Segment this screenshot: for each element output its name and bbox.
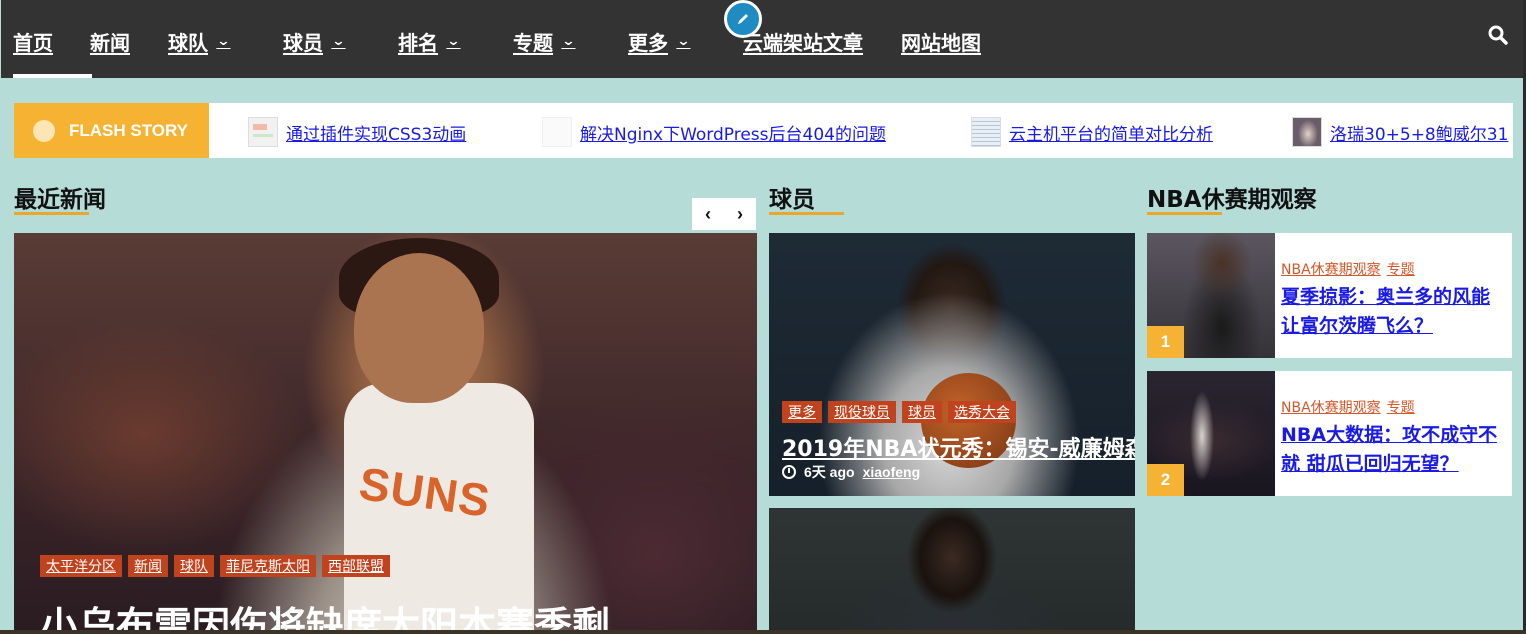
category-link[interactable]: 专题 [1387,262,1415,278]
section-underline [769,212,844,215]
nav-label: 云端架站文章 [743,30,863,55]
section-title-latest: 最近新闻 [14,187,106,213]
flash-dot-icon [33,119,55,142]
ticker-link[interactable]: 解决Nginx下WordPress后台404的问题 [580,120,886,145]
flash-story-label: FLASH STORY [14,103,209,158]
category-tag[interactable]: 选秀大会 [948,401,1016,423]
post-author[interactable]: xiaofeng [863,464,921,480]
chevron-down-icon: ⌄ [331,33,346,49]
hero-tags: 太平洋分区 新闻 球队 菲尼克斯太阳 西部联盟 [40,555,396,577]
category-link[interactable]: NBA休赛期观察 [1281,400,1381,416]
card-meta: 6天 ago xiaofeng [782,462,920,482]
article-categories: NBA休赛期观察 专题 [1281,259,1421,279]
ticker-link[interactable]: 通过插件实现CSS3动画 [286,120,466,145]
rank-badge: 1 [1147,326,1184,358]
section-underline [1147,212,1222,215]
card-tags: 更多 现役球员 球员 选秀大会 [782,401,1022,423]
section-title-offseason: NBA休赛期观察 [1147,187,1317,213]
ranked-list-item[interactable]: 1 NBA休赛期观察 专题 夏季掠影：奥兰多的风能让富尔茨腾飞么？ [1147,233,1512,358]
ticker-thumbnail [542,117,572,147]
nav-item-cloud-articles[interactable]: 云端架站文章 [743,26,863,56]
category-tag[interactable]: 更多 [782,401,822,423]
nav-item-home[interactable]: 首页 [13,26,53,56]
nav-label: 网站地图 [901,30,981,55]
nav-item-players[interactable]: 球员 ⌄ [283,26,346,56]
ticker-thumbnail [1292,117,1322,147]
article-title-link[interactable]: NBA大数据：攻不成守不就 甜瓜已回归无望？ [1281,421,1506,479]
article-categories: NBA休赛期观察 专题 [1281,397,1421,417]
flash-label-text: FLASH STORY [69,120,189,140]
category-tag[interactable]: 球员 [902,401,942,423]
ticker-thumbnail [248,117,278,147]
article-thumbnail[interactable]: 1 [1147,233,1275,358]
chevron-down-icon: ⌄ [561,33,576,49]
category-link[interactable]: 专题 [1387,400,1415,416]
section-title-players: 球员 [769,187,815,213]
slider-prev-button[interactable]: ‹ [692,198,724,230]
nav-label: 球队 [168,30,208,55]
nav-label: 首页 [13,30,53,55]
ticker-item[interactable]: 通过插件实现CSS3动画 [248,116,466,148]
player-card[interactable] [769,508,1135,634]
nav-item-more[interactable]: 更多 ⌄ [628,26,691,56]
chevron-down-icon: ⌄ [676,33,691,49]
chevron-left-icon: ‹ [705,203,711,224]
ticker-item[interactable]: 解决Nginx下WordPress后台404的问题 [542,116,886,148]
category-tag[interactable]: 西部联盟 [322,555,390,577]
article-thumbnail[interactable]: 2 [1147,371,1275,496]
ticker-link[interactable]: 云主机平台的简单对比分析 [1009,120,1213,145]
category-tag[interactable]: 现役球员 [828,401,896,423]
ticker-item[interactable]: 洛瑞30+5+8鲍威尔31 [1292,116,1508,148]
nav-item-sitemap[interactable]: 网站地图 [901,26,981,56]
section-underline [14,212,89,215]
category-tag[interactable]: 球队 [174,555,214,577]
player-card[interactable]: 更多 现役球员 球员 选秀大会 2019年NBA状元秀：锡安-威廉姆森 6天 ago … [769,233,1135,496]
category-link[interactable]: NBA休赛期观察 [1281,262,1381,278]
slider-next-button[interactable]: › [724,198,756,230]
top-navigation: 首页 新闻 球队 ⌄ 球员 ⌄ 排名 ⌄ 专题 ⌄ 更多 ⌄ 云端架站文章 网站地图 [1,0,1523,78]
article-title-link[interactable]: 夏季掠影：奥兰多的风能让富尔茨腾飞么？ [1281,283,1506,341]
flash-story-ticker: FLASH STORY 通过插件实现CSS3动画 解决Nginx下WordPre… [14,103,1513,158]
pencil-icon[interactable] [724,0,762,38]
ticker-link[interactable]: 洛瑞30+5+8鲍威尔31 [1330,120,1508,145]
nav-label: 专题 [513,30,553,55]
card-headline[interactable]: 2019年NBA状元秀：锡安-威廉姆森 [782,431,1135,463]
nav-label: 排名 [398,30,438,55]
ticker-thumbnail [971,117,1001,147]
ticker-item[interactable]: 云主机平台的简单对比分析 [971,116,1213,148]
hero-headline[interactable]: 小乌布雷因伤将缺席太阳本赛季剩 [40,595,610,634]
rank-badge: 2 [1147,464,1184,496]
ranked-list-item[interactable]: 2 NBA休赛期观察 专题 NBA大数据：攻不成守不就 甜瓜已回归无望？ [1147,371,1512,496]
nav-label: 新闻 [90,30,130,55]
post-time: 6天 ago [804,464,855,480]
chevron-down-icon: ⌄ [216,33,231,49]
nav-label: 更多 [628,30,668,55]
search-icon[interactable] [1487,24,1511,48]
nav-item-topics[interactable]: 专题 ⌄ [513,26,576,56]
category-tag[interactable]: 菲尼克斯太阳 [220,555,316,577]
nav-item-news[interactable]: 新闻 [90,26,130,56]
nav-label: 球员 [283,30,323,55]
nav-item-teams[interactable]: 球队 ⌄ [168,26,231,56]
hero-slide[interactable]: SUNS 太平洋分区 新闻 球队 菲尼克斯太阳 西部联盟 小乌布雷因伤将缺席太阳本赛季剩 [14,233,757,634]
chevron-right-icon: › [737,203,743,224]
hero-image-head [354,253,484,403]
category-tag[interactable]: 太平洋分区 [40,555,122,577]
clock-icon [782,465,796,479]
nav-active-indicator [13,74,92,78]
nav-item-rankings[interactable]: 排名 ⌄ [398,26,461,56]
category-tag[interactable]: 新闻 [128,555,168,577]
bottom-border [0,630,1526,634]
chevron-down-icon: ⌄ [446,33,461,49]
